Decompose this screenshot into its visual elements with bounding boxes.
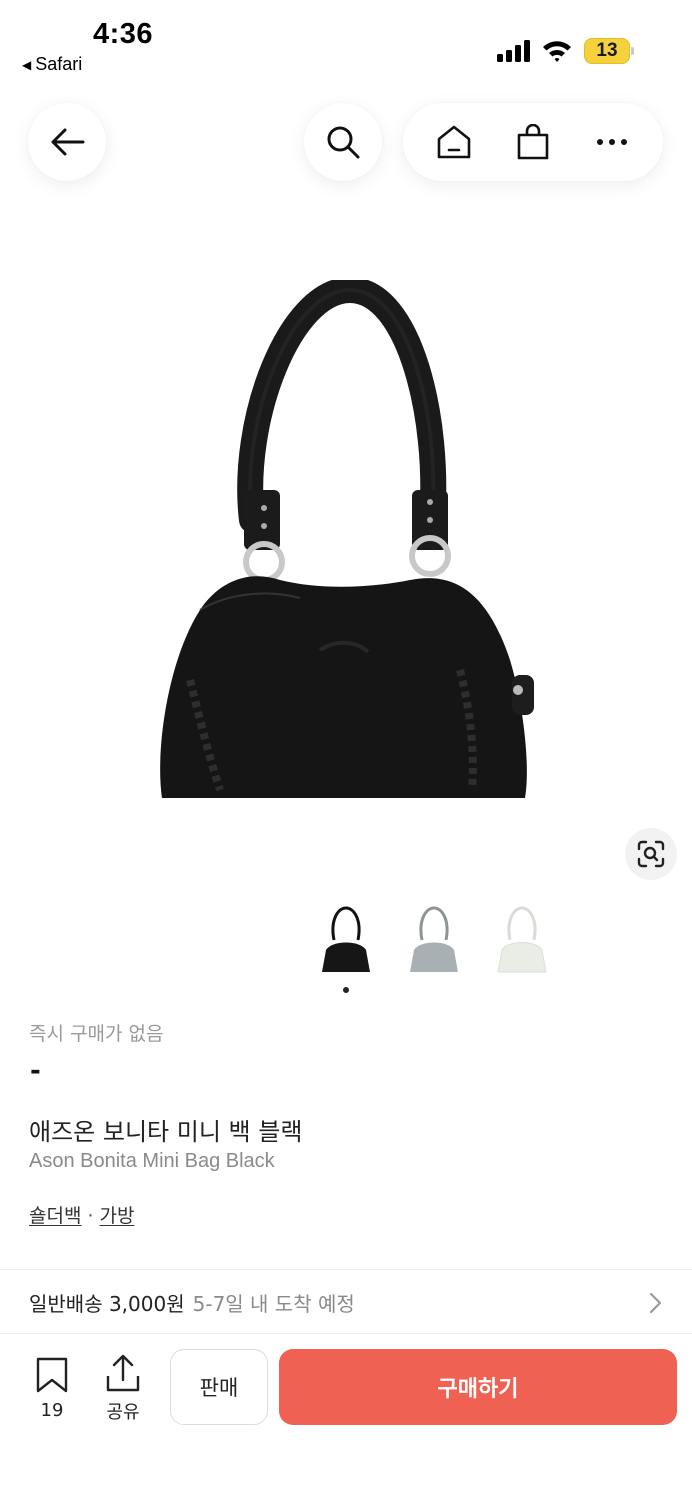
chevron-right-icon (649, 1292, 662, 1314)
product-image[interactable] (140, 280, 552, 810)
nav-action-group (403, 103, 663, 181)
buy-button[interactable]: 구매하기 (279, 1349, 677, 1425)
bookmark-button[interactable]: 19 (30, 1356, 74, 1421)
shipping-eta: 5-7일 내 도착 예정 (192, 1291, 355, 1316)
bookmark-icon (36, 1357, 68, 1393)
cart-button[interactable] (503, 112, 563, 172)
category-breadcrumb: 숄더백 · 가방 (29, 1201, 134, 1228)
back-to-safari[interactable]: ◀ Safari (22, 54, 82, 75)
instant-price-label: 즉시 구매가 없음 (29, 1023, 164, 1045)
status-bar: 4:36 ◀ Safari 13 (0, 0, 692, 84)
bookmark-count: 19 (40, 1400, 64, 1421)
bottom-action-bar: 19 공유 판매 구매하기 (0, 1334, 692, 1500)
product-name-korean: 애즈온 보니타 미니 백 블랙 (29, 1118, 303, 1146)
status-time: 4:36 (93, 18, 154, 50)
battery-level: 13 (596, 40, 618, 61)
search-icon (327, 126, 360, 159)
search-button[interactable] (304, 103, 382, 181)
more-button[interactable] (582, 112, 642, 172)
back-triangle-icon: ◀ (22, 57, 32, 72)
category-link-bag[interactable]: 가방 (100, 1205, 135, 1227)
product-price: - (30, 1056, 41, 1086)
product-name-english: Ason Bonita Mini Bag Black (29, 1150, 275, 1172)
category-separator: · (87, 1205, 94, 1227)
thumbnail-silver[interactable] (398, 900, 470, 980)
category-link-shoulder-bag[interactable]: 숄더백 (29, 1205, 81, 1227)
sell-button[interactable]: 판매 (170, 1349, 268, 1425)
battery-cap (631, 47, 634, 55)
thumbnail-strip (310, 900, 570, 980)
battery-indicator: 13 (584, 38, 634, 64)
share-button[interactable]: 공유 (100, 1354, 146, 1424)
home-button[interactable] (424, 112, 484, 172)
more-icon (596, 139, 627, 145)
lens-search-icon (637, 840, 665, 868)
gallery-page-indicator (343, 987, 349, 993)
back-arrow-icon (51, 128, 85, 156)
shopping-bag-icon (517, 124, 549, 160)
share-label: 공유 (106, 1402, 140, 1423)
back-button[interactable] (28, 103, 106, 181)
shipping-fee: 일반배송 3,000원 (29, 1291, 185, 1316)
thumbnail-black[interactable] (310, 900, 382, 980)
home-icon (438, 125, 471, 159)
back-app-label: Safari (35, 54, 83, 74)
share-icon (106, 1354, 140, 1392)
shipping-info-row[interactable]: 일반배송 3,000원 5-7일 내 도착 예정 (0, 1270, 692, 1334)
cellular-signal-icon (497, 40, 530, 62)
wifi-icon (543, 41, 571, 62)
visual-search-button[interactable] (625, 828, 677, 880)
thumbnail-white[interactable] (486, 900, 558, 980)
